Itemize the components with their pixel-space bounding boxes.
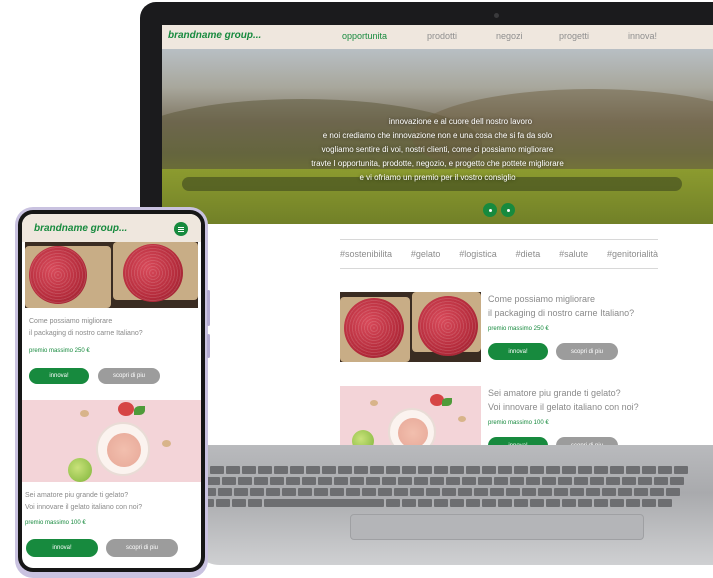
trackpad [350,514,644,540]
gelato-image [340,386,481,445]
mobile-brand-logo[interactable]: brandname group... [34,223,127,234]
tag-genitorialita[interactable]: #genitorialità [607,249,658,259]
scopri-button[interactable]: scopri di piu [556,437,618,445]
hero-line: vogliamo sentire di voi, nostri clienti,… [321,145,554,154]
slider-dot-icon[interactable] [483,203,497,217]
card-title: Come possiamo migliorare il packaging di… [488,294,635,318]
nav-opportunita[interactable]: opportunita [342,31,387,41]
slider-dot-icon[interactable] [501,203,515,217]
card-title: Sei amatore piu grande ti gelato? Voi in… [25,492,143,511]
nav-prodotti[interactable]: prodotti [427,31,457,41]
innova-button[interactable]: innova! [29,368,89,384]
keyboard [200,460,713,514]
phone-side-button [207,334,210,358]
meat-image [340,292,481,362]
innova-button[interactable]: innova! [488,343,548,360]
hero-banner: innovazione e al cuore dell nostro lavor… [162,49,713,224]
card-title: Sei amatore piu grande ti gelato? Voi in… [488,388,639,412]
hero-line: innovazione e al cuore dell nostro lavor… [388,117,533,126]
tag-logistica[interactable]: #logistica [459,249,497,259]
tag-dieta[interactable]: #dieta [516,249,541,259]
tag-salute[interactable]: #salute [559,249,588,259]
desktop-brand-logo[interactable]: brandname group... [168,30,261,41]
phone-side-button [207,290,210,326]
scopri-button[interactable]: scopri di piu [556,343,618,360]
scopri-button[interactable]: scopri di piu [106,539,178,557]
nav-negozi[interactable]: negozi [496,31,523,41]
nav-innova[interactable]: innova! [628,31,657,41]
mobile-site: brandname group... Come possiamo miglior… [22,214,201,568]
card-prize: premio massimo 100 € [488,420,549,426]
desktop-navbar: brandname group... opportunita prodotti … [162,25,713,49]
meat-image [25,242,198,308]
hero-line: e vi ofriamo un premio per il vostro con… [359,173,516,182]
hero-line: e noi crediamo che innovazione non e una… [322,131,553,140]
hero-text: innovazione e al cuore dell nostro lavor… [162,115,713,185]
phone-bezel: brandname group... Come possiamo miglior… [18,210,205,572]
nav-progetti[interactable]: progetti [559,31,589,41]
innova-button[interactable]: innova! [26,539,98,557]
camera-dot [494,13,499,18]
tag-bar: #sostenibilita #gelato #logistica #dieta… [340,239,658,269]
card-title: Come possiamo migliorare il packaging di… [29,318,143,337]
innova-button[interactable]: innova! [488,437,548,445]
card-prize: premio massimo 250 € [29,348,90,354]
scopri-button[interactable]: scopri di piu [98,368,160,384]
tag-gelato[interactable]: #gelato [411,249,441,259]
menu-icon[interactable] [174,222,188,236]
card-prize: premio massimo 250 € [488,326,549,332]
desktop-site: brandname group... opportunita prodotti … [162,25,713,445]
hero-line: travte I opportunita, prodotte, negozio,… [311,159,564,168]
card-prize: premio massimo 100 € [25,520,86,526]
mobile-navbar: brandname group... [22,214,201,242]
slider-dots [483,203,515,217]
tag-sostenibilita[interactable]: #sostenibilita [340,249,392,259]
gelato-image [22,400,201,482]
